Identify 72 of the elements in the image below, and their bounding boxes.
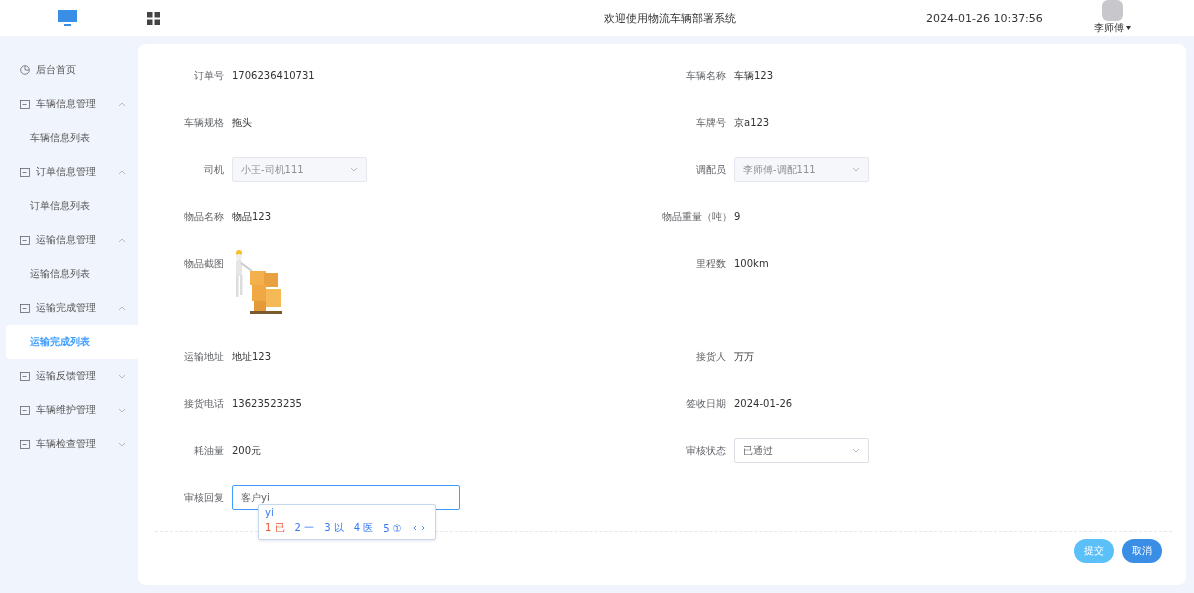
monitor-icon[interactable]: [57, 9, 77, 27]
menu-item[interactable]: 后台首页: [0, 53, 138, 87]
ime-candidate[interactable]: 5 ①: [383, 522, 402, 534]
field-label: 里程数: [695, 257, 727, 271]
ime-candidate[interactable]: 1 已: [265, 521, 285, 535]
select-field[interactable]: 已通过: [734, 438, 869, 463]
field-value: 京a123: [734, 115, 771, 130]
window-icon: [20, 439, 30, 449]
window-icon: [20, 99, 30, 109]
menu-item[interactable]: 车辆检查管理: [0, 427, 138, 461]
window-icon: [20, 235, 30, 245]
window-icon: [20, 303, 30, 313]
ime-composition: yi: [265, 507, 275, 520]
caret-icon[interactable]: [1125, 25, 1131, 30]
field-value: 拖头: [232, 115, 253, 130]
field-label: 车牌号: [695, 115, 727, 130]
caret-icon: [118, 441, 126, 447]
field-label: 接货人: [695, 349, 727, 364]
submenu-item[interactable]: 车辆信息列表: [6, 121, 138, 155]
caret-icon: [118, 237, 126, 243]
field-value: 1706236410731: [232, 70, 316, 81]
field-value: 100km: [734, 257, 770, 271]
field-label: 审核回复: [183, 490, 225, 505]
grid-icon[interactable]: [147, 11, 160, 25]
menu-item[interactable]: 车辆维护管理: [0, 393, 138, 427]
field-label: 物品截图: [183, 257, 225, 271]
field-label: 订单号: [193, 68, 225, 83]
menu-item[interactable]: 运输反馈管理: [0, 359, 138, 393]
field-value: 200元: [232, 443, 263, 458]
field-value: 万万: [734, 349, 755, 364]
page-arrows-icon[interactable]: [411, 525, 426, 531]
caret-icon: [118, 305, 126, 311]
menu-item[interactable]: 车辆信息管理: [0, 87, 138, 121]
menu-item[interactable]: 订单信息管理: [0, 155, 138, 189]
field-value: 车辆123: [734, 68, 775, 83]
caret-icon: [118, 373, 126, 379]
field-label: 审核状态: [685, 443, 727, 458]
app-title: 欢迎使用物流车辆部署系统: [603, 10, 737, 26]
field-value: 2024-01-26: [734, 398, 794, 409]
ime-candidate[interactable]: 4 医: [353, 521, 374, 535]
window-icon: [20, 371, 30, 381]
field-value: 13623523235: [232, 398, 303, 409]
field-value: 9: [734, 211, 742, 222]
field-label: 车辆规格: [183, 115, 225, 130]
field-label: 耗油量: [193, 443, 225, 458]
user-name[interactable]: 李师傅: [1093, 20, 1124, 35]
submenu-item[interactable]: 订单信息列表: [6, 189, 138, 223]
caret-icon: [350, 167, 358, 172]
clock-icon: [20, 65, 30, 75]
caret-icon: [852, 448, 860, 453]
field-label: 车辆名称: [685, 68, 727, 83]
field-label: 调配员: [695, 162, 727, 177]
submenu-item[interactable]: 运输信息列表: [6, 257, 138, 291]
caret-icon: [118, 407, 126, 413]
field-label: 签收日期: [685, 396, 727, 411]
field-label: 接货电话: [183, 396, 225, 411]
field-label: 物品名称: [183, 209, 225, 224]
caret-icon: [118, 101, 126, 107]
date-time: 2024-01-26 10:37:56: [926, 11, 1044, 25]
window-icon: [20, 167, 30, 177]
field-label: 运输地址: [183, 349, 225, 364]
field-label: 司机: [203, 162, 225, 177]
menu-item[interactable]: 运输信息管理: [0, 223, 138, 257]
window-icon: [20, 405, 30, 415]
ime-candidate[interactable]: 3 以: [324, 521, 344, 535]
field-value: 物品123: [232, 209, 273, 224]
caret-icon: [852, 167, 860, 172]
field-value: 地址123: [232, 349, 273, 364]
ime-candidate[interactable]: 2 一: [294, 521, 315, 535]
field-label: 物品重量（吨）: [662, 209, 733, 224]
menu-item[interactable]: 运输完成管理: [0, 291, 138, 325]
caret-icon: [118, 169, 126, 175]
